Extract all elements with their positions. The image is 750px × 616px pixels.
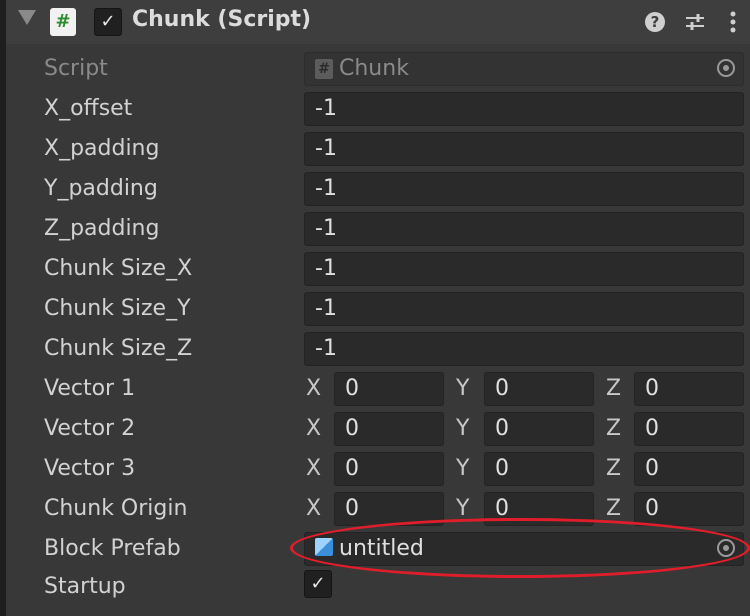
chunk-size-x-row: Chunk Size_X -1 [6,252,750,290]
vector-1-y-input[interactable]: 0 [484,372,594,406]
prefab-cube-icon [315,538,333,556]
chunk-size-z-label: Chunk Size_Z [44,336,193,361]
component-title: Chunk (Script) [132,7,312,32]
script-label: Script [44,56,108,81]
vector-3-z-label[interactable]: Z [606,456,621,481]
vector-1-y-label[interactable]: Y [456,376,469,401]
x-padding-row: X_padding -1 [6,132,750,170]
chunk-size-y-input[interactable]: -1 [304,292,744,326]
startup-label: Startup [44,574,126,599]
help-icon: ? [645,12,665,32]
vector-2-label: Vector 2 [44,416,136,441]
vector-2-z-input[interactable]: 0 [634,412,744,446]
vector-1-x-input[interactable]: 0 [334,372,444,406]
vector-3-y-input[interactable]: 0 [484,452,594,486]
block-prefab-label: Block Prefab [44,536,181,561]
script-row: Script # Chunk [6,52,750,90]
block-prefab-field[interactable]: untitled [304,532,744,566]
kebab-menu-icon [730,11,736,33]
help-button[interactable]: ? [642,9,668,35]
chunk-size-y-label: Chunk Size_Y [44,296,191,321]
csharp-script-icon: # [50,8,76,36]
x-padding-input[interactable]: -1 [304,132,744,166]
chunk-origin-row: Chunk Origin X 0 Y 0 Z 0 [6,492,750,530]
chunk-size-z-input[interactable]: -1 [304,332,744,366]
presets-button[interactable] [682,9,708,35]
vector-1-z-label[interactable]: Z [606,376,621,401]
y-padding-row: Y_padding -1 [6,172,750,210]
vector-2-y-label[interactable]: Y [456,416,469,441]
script-file-icon: # [315,59,333,79]
chunk-size-y-row: Chunk Size_Y -1 [6,292,750,330]
chunk-size-x-input[interactable]: -1 [304,252,744,286]
y-padding-label: Y_padding [44,176,158,201]
vector-2-x-label[interactable]: X [306,416,321,441]
script-value: Chunk [339,56,409,81]
chunk-origin-y-input[interactable]: 0 [484,492,594,526]
chunk-size-x-label: Chunk Size_X [44,256,193,281]
y-padding-input[interactable]: -1 [304,172,744,206]
block-prefab-value: untitled [339,536,424,561]
startup-checkbox[interactable]: ✓ [304,570,332,598]
vector-2-x-input[interactable]: 0 [334,412,444,446]
chunk-origin-z-label[interactable]: Z [606,496,621,521]
chunk-origin-x-label[interactable]: X [306,496,321,521]
x-offset-label: X_offset [44,96,133,121]
vector-3-x-label[interactable]: X [306,456,321,481]
vector-1-label: Vector 1 [44,376,136,401]
x-offset-input[interactable]: -1 [304,92,744,126]
chunk-origin-label: Chunk Origin [44,496,188,521]
z-padding-label: Z_padding [44,216,160,241]
vector-3-label: Vector 3 [44,456,136,481]
vector-1-z-input[interactable]: 0 [634,372,744,406]
startup-row: Startup ✓ [6,570,750,608]
block-prefab-row: Block Prefab untitled [6,532,750,570]
component-enabled-checkbox[interactable]: ✓ [94,8,122,36]
z-padding-input[interactable]: -1 [304,212,744,246]
chunk-size-z-row: Chunk Size_Z -1 [6,332,750,370]
component-header[interactable]: # ✓ Chunk (Script) ? [6,0,750,45]
component-menu-button[interactable] [720,9,746,35]
x-padding-label: X_padding [44,136,160,161]
x-offset-row: X_offset -1 [6,92,750,130]
vector-3-row: Vector 3 X 0 Y 0 Z 0 [6,452,750,490]
chunk-origin-z-input[interactable]: 0 [634,492,744,526]
vector-2-y-input[interactable]: 0 [484,412,594,446]
vector-3-y-label[interactable]: Y [456,456,469,481]
foldout-arrow-icon[interactable] [18,10,36,25]
vector-1-row: Vector 1 X 0 Y 0 Z 0 [6,372,750,410]
object-picker-icon[interactable] [717,59,735,77]
vector-3-x-input[interactable]: 0 [334,452,444,486]
z-padding-row: Z_padding -1 [6,212,750,250]
object-picker-icon[interactable] [717,539,735,557]
chunk-origin-y-label[interactable]: Y [456,496,469,521]
vector-2-z-label[interactable]: Z [606,416,621,441]
vector-2-row: Vector 2 X 0 Y 0 Z 0 [6,412,750,450]
chunk-origin-x-input[interactable]: 0 [334,492,444,526]
vector-1-x-label[interactable]: X [306,376,321,401]
script-field[interactable]: # Chunk [304,52,744,86]
inspector-body: Script # Chunk X_offset -1 X_padding -1 Y… [6,44,750,616]
sliders-icon [686,14,704,30]
vector-3-z-input[interactable]: 0 [634,452,744,486]
